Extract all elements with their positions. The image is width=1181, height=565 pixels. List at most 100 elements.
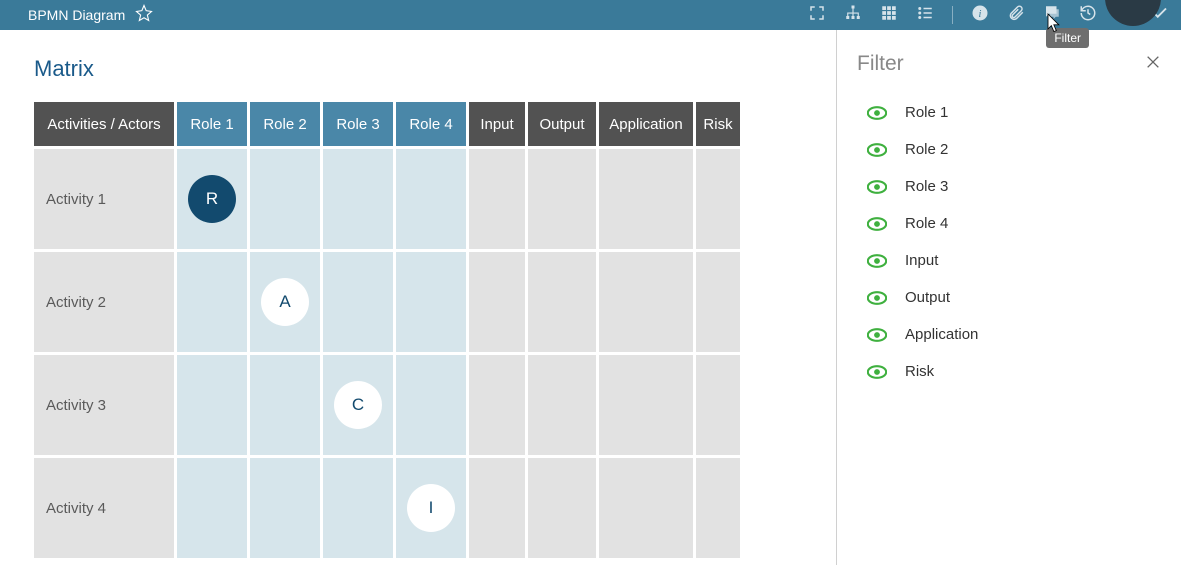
matrix-cell[interactable]	[528, 355, 596, 455]
filter-item-label: Role 4	[905, 215, 948, 232]
matrix-cell[interactable]	[599, 355, 693, 455]
filter-item[interactable]: Application	[867, 326, 1161, 343]
matrix-cell[interactable]	[696, 149, 740, 249]
topbar-left: BPMN Diagram	[28, 4, 153, 27]
filter-item-label: Output	[905, 289, 950, 306]
matrix-cell[interactable]	[599, 458, 693, 558]
filter-item[interactable]: Risk	[867, 363, 1161, 380]
matrix-cell[interactable]	[396, 252, 466, 352]
visibility-icon	[867, 291, 887, 305]
matrix-corner-header: Activities / Actors	[34, 102, 174, 146]
row-label: Activity 2	[34, 252, 174, 352]
matrix-cell[interactable]	[396, 149, 466, 249]
matrix-cell[interactable]	[250, 355, 320, 455]
filter-item[interactable]: Input	[867, 252, 1161, 269]
visibility-icon	[867, 217, 887, 231]
matrix-cell[interactable]	[396, 355, 466, 455]
info-icon[interactable]: i	[971, 4, 989, 27]
matrix-cell[interactable]	[528, 458, 596, 558]
column-header-role[interactable]: Role 3	[323, 102, 393, 146]
matrix-cell[interactable]	[599, 252, 693, 352]
matrix-cell[interactable]	[177, 252, 247, 352]
matrix-cell[interactable]	[696, 252, 740, 352]
raci-badge[interactable]: I	[407, 484, 455, 532]
matrix-header-row: Activities / Actors Role 1 Role 2 Role 3…	[34, 102, 836, 146]
matrix-cell[interactable]: A	[250, 252, 320, 352]
visibility-icon	[867, 365, 887, 379]
content: Matrix Activities / Actors Role 1 Role 2…	[0, 30, 836, 565]
matrix-cell[interactable]: C	[323, 355, 393, 455]
filter-item[interactable]: Role 3	[867, 178, 1161, 195]
diagram-title: BPMN Diagram	[28, 7, 125, 23]
filter-item-label: Role 2	[905, 141, 948, 158]
sidebar-header: Filter	[857, 52, 1161, 76]
matrix-cell[interactable]	[528, 149, 596, 249]
row-label: Activity 4	[34, 458, 174, 558]
close-icon[interactable]	[1145, 54, 1161, 75]
filter-item[interactable]: Role 1	[867, 104, 1161, 121]
row-label: Activity 3	[34, 355, 174, 455]
attachment-icon[interactable]	[1007, 4, 1025, 27]
matrix-cell[interactable]	[599, 149, 693, 249]
matrix-cell[interactable]	[696, 458, 740, 558]
table-row: Activity 2 A	[34, 252, 836, 352]
history-icon[interactable]	[1079, 4, 1097, 27]
matrix-cell[interactable]: I	[396, 458, 466, 558]
star-icon[interactable]	[135, 4, 153, 27]
raci-badge[interactable]: A	[261, 278, 309, 326]
matrix-cell[interactable]	[528, 252, 596, 352]
topbar: BPMN Diagram i	[0, 0, 1181, 30]
filter-item[interactable]: Role 4	[867, 215, 1161, 232]
matrix-cell[interactable]	[250, 149, 320, 249]
hierarchy-icon[interactable]	[844, 4, 862, 27]
filter-item-label: Role 3	[905, 178, 948, 195]
column-header-risk[interactable]: Risk	[696, 102, 740, 146]
filter-sidebar: Filter Role 1 Role 2 Role 3 Role 4	[836, 30, 1181, 565]
matrix-cell[interactable]	[250, 458, 320, 558]
column-header-input[interactable]: Input	[469, 102, 525, 146]
matrix-cell[interactable]	[177, 355, 247, 455]
fullscreen-icon[interactable]	[808, 4, 826, 27]
visibility-icon	[867, 106, 887, 120]
column-header-role[interactable]: Role 4	[396, 102, 466, 146]
matrix-cell[interactable]	[469, 458, 525, 558]
column-header-application[interactable]: Application	[599, 102, 693, 146]
matrix-cell[interactable]: R	[177, 149, 247, 249]
filter-item-label: Input	[905, 252, 938, 269]
raci-badge[interactable]: C	[334, 381, 382, 429]
matrix-cell[interactable]	[323, 149, 393, 249]
matrix-table: Activities / Actors Role 1 Role 2 Role 3…	[34, 102, 836, 558]
toolbar-separator	[952, 6, 953, 24]
matrix-cell[interactable]	[323, 458, 393, 558]
matrix-cell[interactable]	[469, 252, 525, 352]
visibility-icon	[867, 143, 887, 157]
visibility-icon	[867, 254, 887, 268]
filter-list: Role 1 Role 2 Role 3 Role 4 Input Output	[857, 104, 1161, 380]
page-title: Matrix	[34, 56, 836, 82]
comments-icon[interactable]	[1043, 4, 1061, 27]
matrix-cell[interactable]	[469, 355, 525, 455]
main-area: Matrix Activities / Actors Role 1 Role 2…	[0, 30, 1181, 565]
matrix-cell[interactable]	[696, 355, 740, 455]
table-row: Activity 3 C	[34, 355, 836, 455]
svg-text:i: i	[979, 8, 982, 19]
column-header-role[interactable]: Role 1	[177, 102, 247, 146]
visibility-icon	[867, 328, 887, 342]
filter-item[interactable]: Role 2	[867, 141, 1161, 158]
matrix-cell[interactable]	[323, 252, 393, 352]
filter-item-label: Role 1	[905, 104, 948, 121]
filter-tooltip: Filter	[1046, 28, 1089, 48]
column-header-output[interactable]: Output	[528, 102, 596, 146]
table-row: Activity 1 R	[34, 149, 836, 249]
matrix-cell[interactable]	[177, 458, 247, 558]
filter-item-label: Risk	[905, 363, 934, 380]
matrix-cell[interactable]	[469, 149, 525, 249]
column-header-role[interactable]: Role 2	[250, 102, 320, 146]
raci-badge[interactable]: R	[188, 175, 236, 223]
row-label: Activity 1	[34, 149, 174, 249]
sidebar-title: Filter	[857, 52, 904, 76]
visibility-icon	[867, 180, 887, 194]
list-icon[interactable]	[916, 4, 934, 27]
filter-item[interactable]: Output	[867, 289, 1161, 306]
grid-icon[interactable]	[880, 4, 898, 27]
